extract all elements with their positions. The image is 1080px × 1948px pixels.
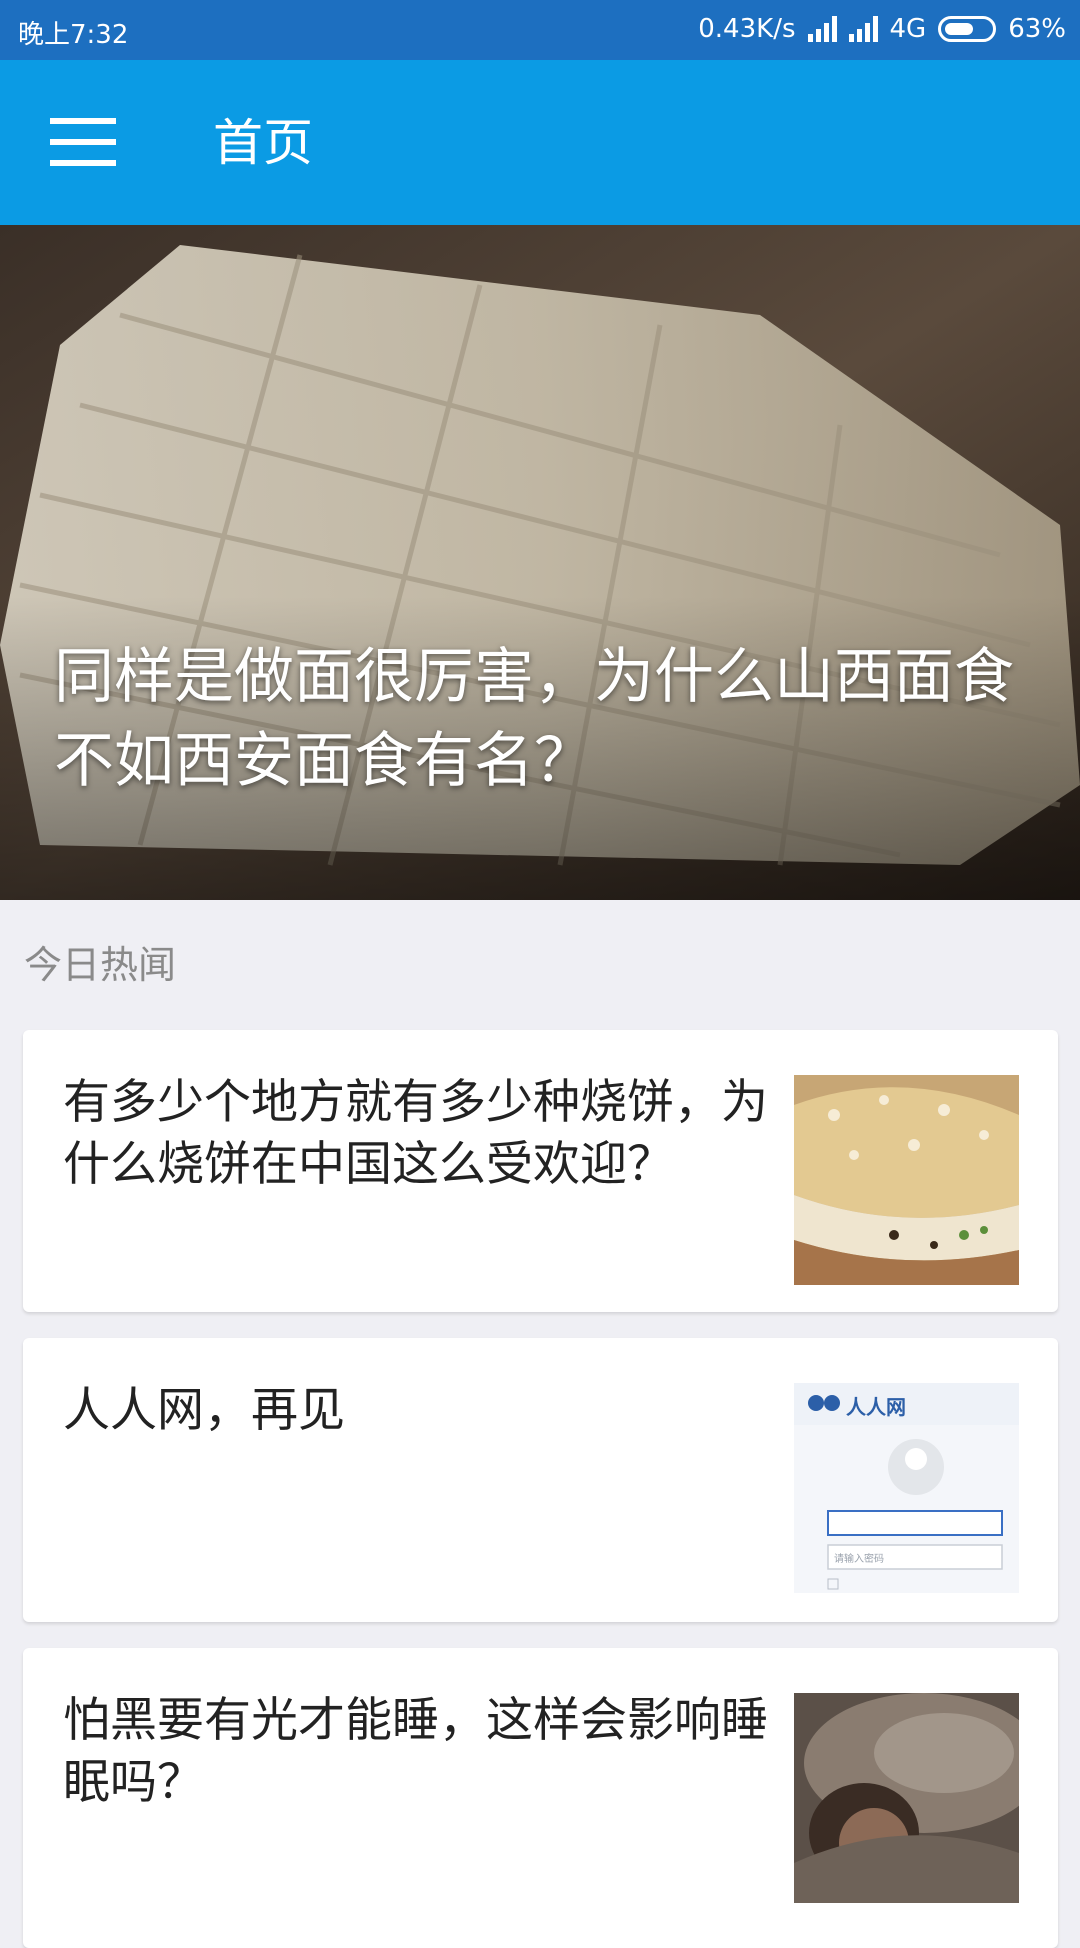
signal-icon-2 bbox=[848, 16, 878, 42]
banner-title: 同样是做面很厉害，为什么山西面食不如西安面食有名？ bbox=[54, 642, 1014, 796]
page-title: 首页 bbox=[213, 114, 313, 172]
story-card[interactable]: 怕黑要有光才能睡，这样会影响睡眠吗？ bbox=[23, 1648, 1058, 1948]
thumbnail-placeholder-text: 请输入密码 bbox=[834, 1554, 884, 1565]
battery-icon bbox=[938, 16, 997, 42]
thumbnail-logo-text: 人人网 bbox=[846, 1395, 906, 1419]
section-title: 今日热闻 bbox=[24, 943, 177, 987]
top-story-banner[interactable]: 同样是做面很厉害，为什么山西面食不如西安面食有名？ bbox=[0, 225, 1080, 900]
status-bar: 晚上7:32 0.43K/s 4G 63% bbox=[0, 0, 1080, 60]
story-thumbnail bbox=[794, 1075, 1019, 1285]
story-title: 人人网，再见 bbox=[63, 1383, 345, 1438]
story-title: 怕黑要有光才能睡，这样会影响睡眠吗？ bbox=[63, 1693, 768, 1810]
network-type: 4G bbox=[889, 14, 927, 44]
story-thumbnail: 人人网 请输入密码 bbox=[794, 1383, 1019, 1593]
story-card[interactable]: 有多少个地方就有多少种烧饼，为什么烧饼在中国这么受欢迎？ bbox=[23, 1030, 1058, 1312]
battery-level: 63% bbox=[1008, 14, 1066, 44]
story-card[interactable]: 人人网，再见 人人网 请输入密码 bbox=[23, 1338, 1058, 1622]
status-indicators: 0.43K/s 4G 63% bbox=[698, 14, 1066, 44]
story-thumbnail bbox=[794, 1693, 1019, 1903]
story-title: 有多少个地方就有多少种烧饼，为什么烧饼在中国这么受欢迎？ bbox=[63, 1075, 768, 1192]
network-speed: 0.43K/s bbox=[698, 14, 796, 44]
status-time: 晚上7:32 bbox=[18, 20, 129, 50]
app-bar: 首页 bbox=[0, 60, 1080, 225]
hamburger-menu-icon[interactable] bbox=[50, 118, 116, 166]
signal-icon bbox=[807, 16, 837, 42]
